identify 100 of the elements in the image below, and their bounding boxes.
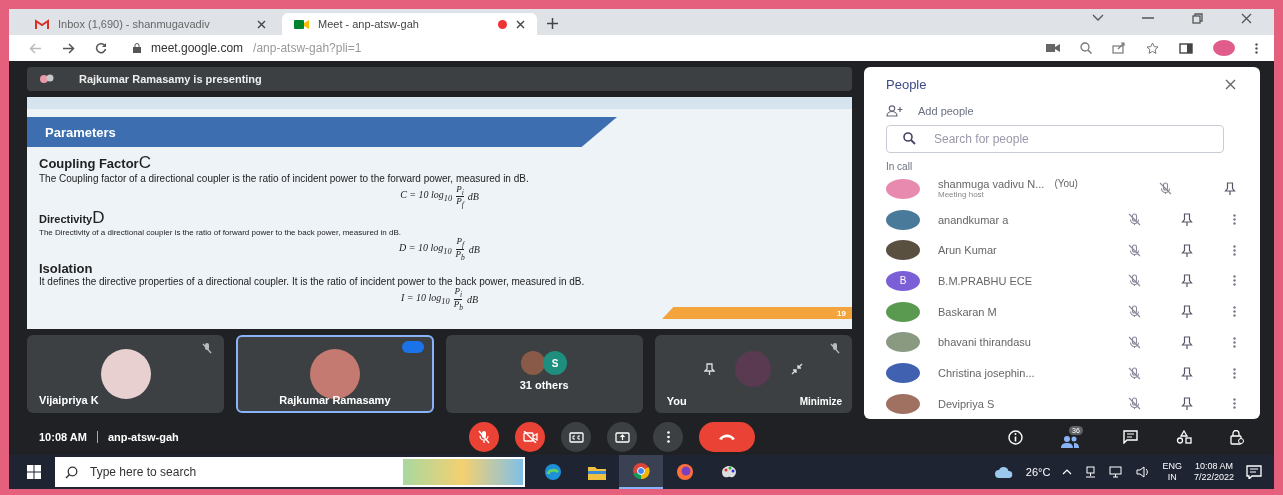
chat-button[interactable] [1123,430,1138,444]
weather-cloud-icon [993,465,1014,479]
mic-off-icon[interactable] [1128,305,1141,319]
mic-off-icon[interactable] [1128,243,1141,257]
close-icon[interactable] [257,19,266,29]
more-icon[interactable] [1255,42,1258,54]
profile-avatar[interactable] [1213,40,1235,56]
meeting-code: anp-atsw-gah [107,431,179,443]
more-button[interactable] [653,422,683,452]
pin-icon[interactable] [1181,274,1193,288]
more-icon[interactable] [1233,398,1236,410]
participant-tile[interactable]: Rajkumar Ramasamy [236,335,434,413]
section-heading: Isolation [39,260,94,276]
present-button[interactable] [607,422,637,452]
hangup-button[interactable] [699,422,755,452]
browser-tab[interactable]: Inbox (1,690) - shanmugavadiv [23,13,278,35]
browser-tab[interactable]: Meet - anp-atsw-gah [282,13,537,35]
pin-icon[interactable] [1181,397,1193,411]
mic-off-icon[interactable] [1159,182,1172,196]
chevron-down-icon[interactable] [1092,14,1104,22]
more-icon[interactable] [1233,275,1236,287]
section-heading: DirectivityD [39,208,106,229]
pin-icon[interactable] [1181,243,1193,257]
section-heading: Coupling FactorC [39,153,152,173]
camera-icon[interactable] [1046,44,1060,52]
reload-icon[interactable] [95,42,107,54]
phone-hangup-icon [718,433,736,441]
minimize-label: Minimize [799,396,842,407]
pin-icon[interactable] [1181,305,1193,319]
mic-button[interactable] [469,422,499,452]
participant-tile[interactable]: You Minimize [654,335,852,413]
windows-start-icon[interactable] [27,465,41,479]
present-screen-icon [614,431,630,443]
network-icon[interactable] [1084,466,1098,478]
more-icon[interactable] [1233,244,1236,256]
star-icon[interactable] [1146,41,1159,55]
close-icon[interactable] [516,19,525,29]
speaker-icon[interactable] [1136,466,1151,478]
share-icon[interactable] [1112,42,1126,54]
lock-button[interactable] [1230,429,1244,445]
pin-icon[interactable] [1181,335,1193,349]
mic-off-icon[interactable] [1128,274,1141,288]
section-text: The Directivity of a directional coupler is the ratio of forward power to the back power, measured in dB. [39,228,402,238]
more-icon[interactable] [1233,336,1236,348]
more-icon[interactable] [1233,214,1236,226]
participant-name: Christina josephin... [938,367,1035,379]
search-icon [903,132,916,146]
participant-name: Devipriya S [938,397,995,410]
captions-button[interactable] [561,422,591,452]
panel-title: People [886,77,927,93]
pin-icon[interactable] [1181,366,1193,380]
mic-off-icon[interactable] [1128,335,1141,349]
close-icon[interactable] [1225,79,1236,91]
info-button[interactable] [1008,429,1023,445]
chevron-up-icon[interactable] [1062,469,1073,475]
participant-name: B.M.PRABHU ECE [938,274,1033,287]
section-label: In call [886,160,914,172]
add-person-icon [886,104,904,117]
more-icon[interactable] [1233,306,1236,318]
more-icon[interactable] [1233,367,1236,379]
address-field[interactable]: meet.google.com /anp-atsw-gah?pli=1 [127,41,1026,55]
temperature-text: 26°C [1025,466,1051,478]
activities-button[interactable] [1176,430,1192,444]
video-camera-icon [294,18,309,30]
restore-icon[interactable] [1192,12,1203,24]
region-text[interactable]: IN [1167,472,1177,483]
search-input[interactable]: Search for people [932,130,1207,147]
clock-time[interactable]: 10:08 AM [1194,461,1233,472]
pin-icon[interactable] [1181,213,1193,227]
participant-name: anandkumar a [938,213,1009,226]
mail-icon [35,18,49,30]
section-text: The Coupling factor of a directional coupler is the ratio of incident power to the forward power, measured in dB. [39,173,530,185]
zoom-icon[interactable] [1080,42,1092,54]
display-icon[interactable] [1109,466,1125,478]
new-tab-icon[interactable] [547,18,558,29]
side-panel-icon[interactable] [1179,42,1193,54]
participant-name: You [666,395,687,407]
mic-off-icon[interactable] [1128,366,1141,380]
add-people-button[interactable]: Add people [886,104,1236,117]
mic-off-icon [478,430,490,444]
notification-icon[interactable] [1246,465,1262,479]
mic-off-icon[interactable] [1128,397,1141,411]
participant-tile[interactable]: S 31 others [445,335,643,413]
clock-date[interactable]: 7/22/2022 [1193,472,1234,483]
others-count: 31 others [519,379,569,391]
mic-off-icon[interactable] [1128,213,1141,227]
taskbar-search-field[interactable]: Type here to search [55,457,525,487]
participant-tile[interactable]: Vijaipriya K [27,335,225,413]
forward-icon[interactable] [62,42,75,54]
participant-avatar: B [886,270,920,291]
language-text[interactable]: ENG [1162,461,1182,472]
camera-button[interactable] [515,422,545,452]
search-field[interactable]: Search for people [886,124,1224,153]
chrome-taskbar-icon[interactable] [619,455,663,489]
close-icon[interactable] [1241,12,1252,24]
participant-name: shanmuga vadivu N... [938,178,1045,191]
avatar [521,351,546,375]
pin-icon[interactable] [1224,182,1236,196]
minimize-arrows-icon[interactable] [790,363,803,375]
participant-name: Baskaran M [938,305,997,318]
